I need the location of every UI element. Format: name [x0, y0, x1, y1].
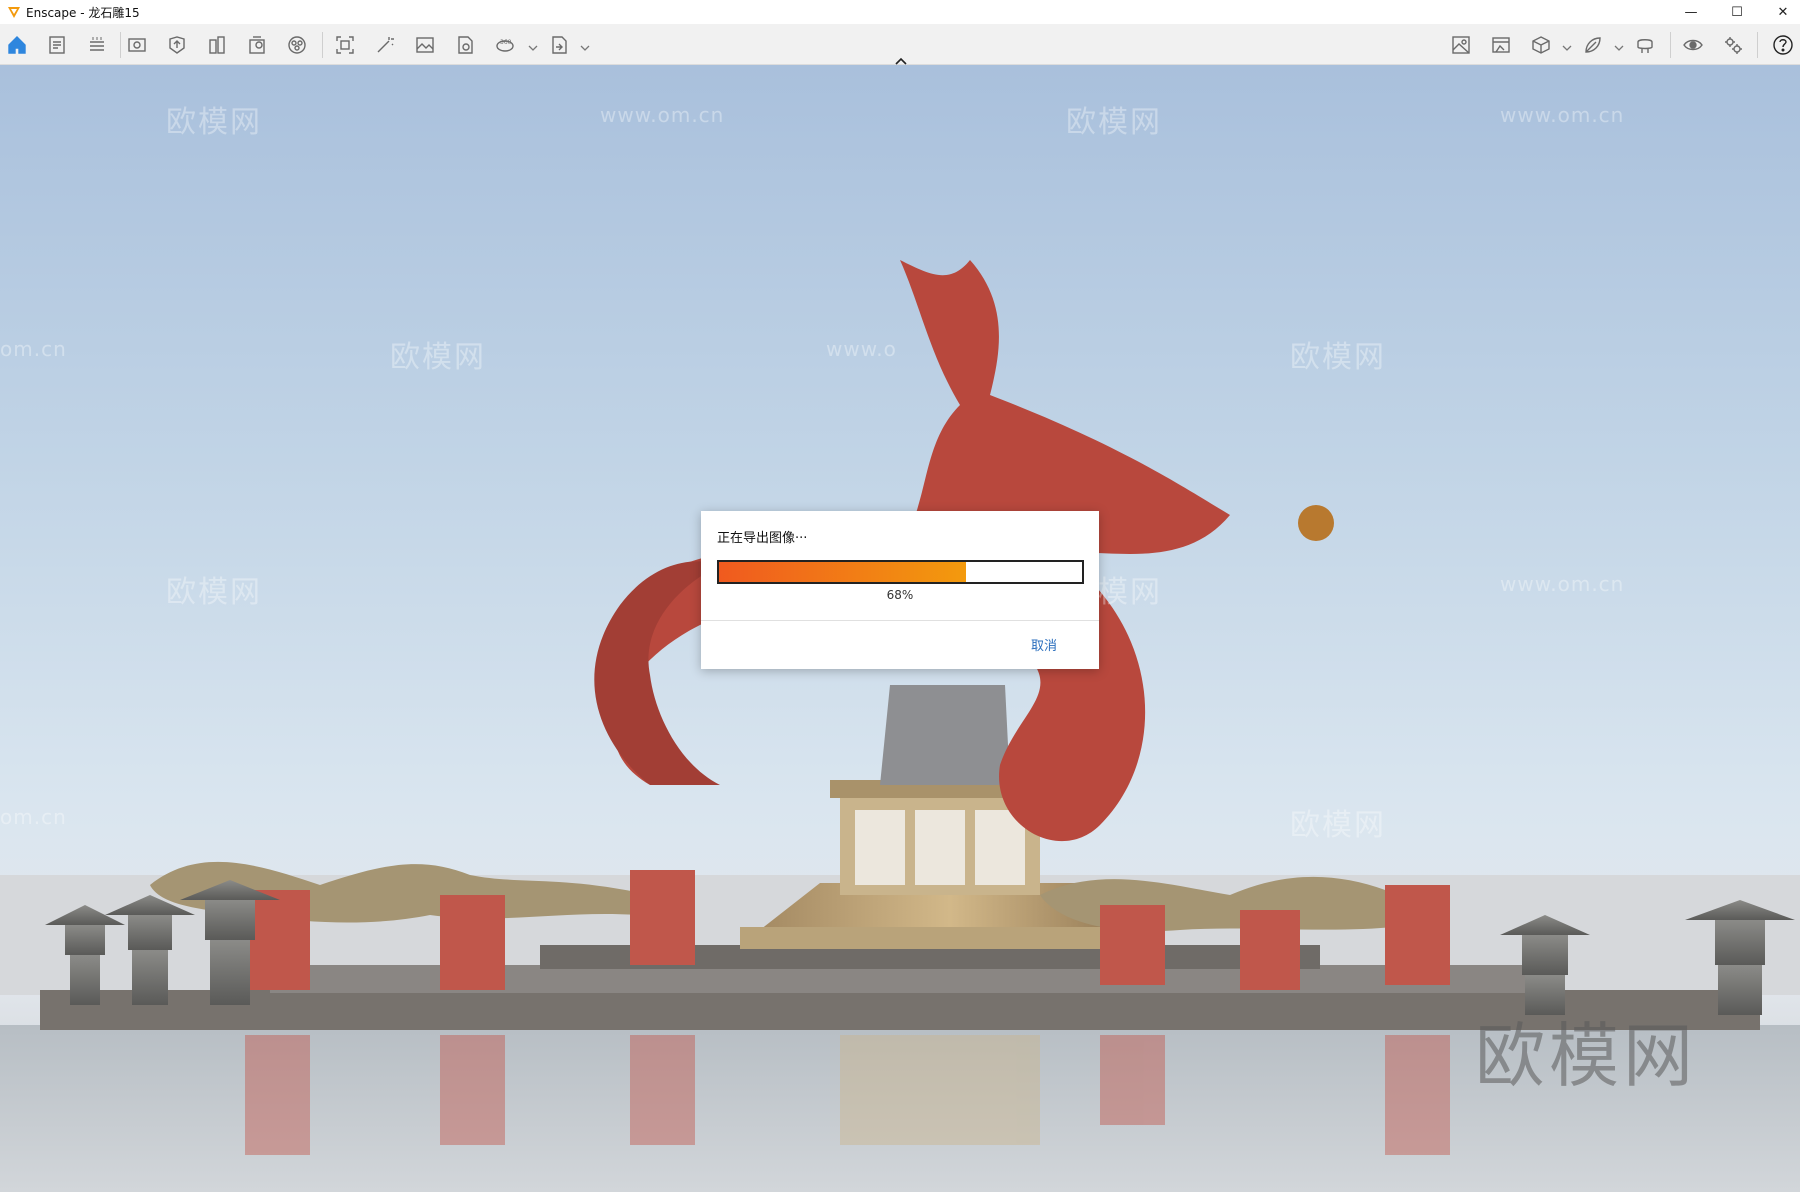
chevron-down-icon[interactable]	[580, 38, 590, 51]
image-icon[interactable]	[412, 32, 438, 58]
chevron-down-icon[interactable]	[1562, 38, 1572, 51]
home-icon[interactable]	[4, 32, 30, 58]
progress-percent: 68%	[886, 588, 914, 602]
watermark-url: www.om.cn	[1500, 572, 1625, 596]
screenshot-icon[interactable]	[332, 32, 358, 58]
window-title: Enscape - 龙石雕15	[26, 5, 140, 20]
watermark-url: www.om.cn	[600, 103, 725, 127]
chevron-up-icon[interactable]	[893, 52, 909, 65]
material-editor-icon[interactable]	[1580, 32, 1606, 58]
watermark-url-partial: om.cn	[0, 805, 67, 829]
minimize-button[interactable]: —	[1668, 0, 1714, 24]
cube-icon[interactable]	[1528, 32, 1554, 58]
watermark-brand: 欧模网	[166, 575, 262, 610]
export-progress-dialog: 正在导出图像··· 68% 取消	[701, 511, 1099, 669]
toolbar-separator	[120, 32, 121, 58]
panorama-360-icon[interactable]: 360	[492, 32, 518, 58]
watermark-brand: 欧模网	[1290, 340, 1386, 375]
maximize-button[interactable]: ☐	[1714, 0, 1760, 24]
bim-icon[interactable]	[84, 32, 110, 58]
batch-render-icon[interactable]	[452, 32, 478, 58]
upload-icon[interactable]	[164, 32, 190, 58]
dialog-divider	[701, 620, 1099, 621]
chevron-down-icon[interactable]	[528, 38, 538, 51]
watermark-brand: 欧模网	[1066, 105, 1162, 140]
visual-settings-icon[interactable]	[124, 32, 150, 58]
toolbar-separator	[1757, 32, 1758, 58]
svg-text:360: 360	[500, 39, 512, 46]
chevron-down-icon[interactable]	[1614, 38, 1624, 51]
watermark-brand: 欧模网	[1290, 808, 1386, 843]
watermark-brand: 欧模网	[390, 340, 486, 375]
project-icon[interactable]	[244, 32, 270, 58]
image-compare-icon[interactable]	[1448, 32, 1474, 58]
watermark-brand: 欧模网	[166, 105, 262, 140]
progress-bar-fill	[719, 562, 966, 582]
watermark-brand-large: 欧模网	[1475, 1015, 1697, 1097]
progress-bar	[717, 560, 1084, 584]
watermark-url-partial: www.o	[826, 337, 897, 361]
export-file-icon[interactable]	[546, 32, 572, 58]
visibility-icon[interactable]	[1680, 32, 1706, 58]
vr-headset-icon[interactable]	[1632, 32, 1658, 58]
settings-icon[interactable]	[1720, 32, 1746, 58]
watermark-url-partial: om.cn	[0, 337, 67, 361]
views-icon[interactable]	[204, 32, 230, 58]
magic-icon[interactable]	[372, 32, 398, 58]
asset-library-icon[interactable]	[284, 32, 310, 58]
gallery-icon[interactable]	[1488, 32, 1514, 58]
document-icon[interactable]	[44, 32, 70, 58]
toolbar-separator	[1670, 32, 1671, 58]
enscape-logo-icon	[8, 7, 20, 18]
watermark-url: www.om.cn	[1500, 103, 1625, 127]
cancel-button[interactable]: 取消	[1031, 635, 1057, 654]
dialog-title: 正在导出图像···	[717, 531, 808, 546]
close-button[interactable]: ✕	[1760, 0, 1800, 24]
toolbar-separator	[322, 32, 323, 58]
help-icon[interactable]	[1770, 32, 1796, 58]
title-bar: Enscape - 龙石雕15 — ☐ ✕	[0, 0, 1800, 24]
